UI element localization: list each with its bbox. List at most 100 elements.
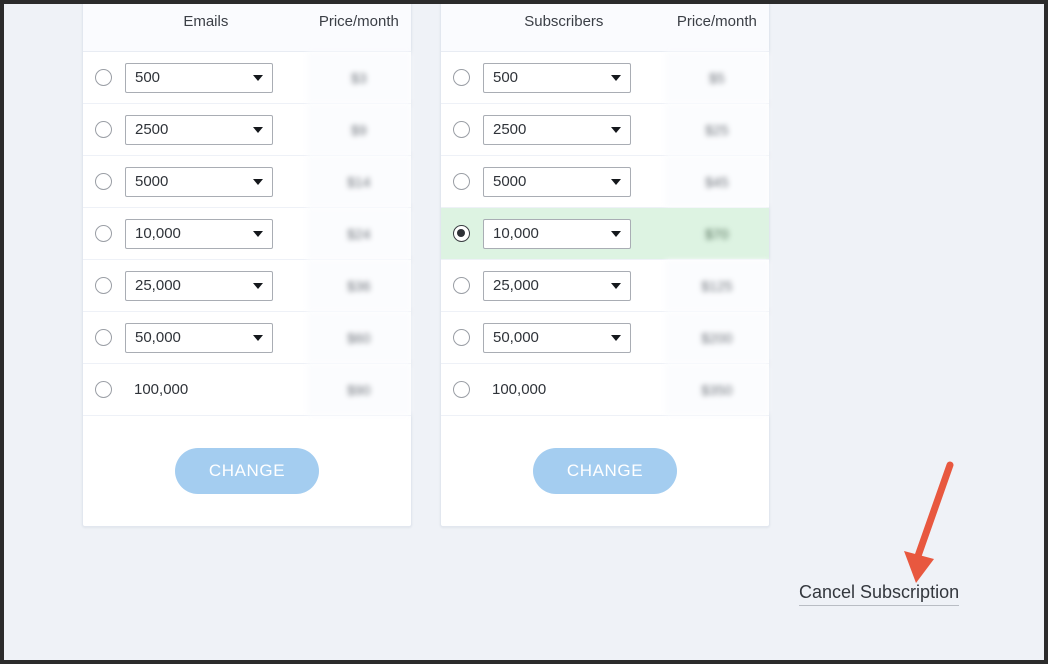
quantity-select-value: 5000 — [493, 173, 527, 190]
price-cell: $70 — [705, 225, 729, 242]
plan-row[interactable]: 5000 $14 — [83, 156, 411, 208]
chevron-down-icon — [611, 230, 621, 237]
quantity-select[interactable]: 10,000 — [125, 218, 273, 249]
price-cell: $24 — [306, 208, 411, 259]
radio-unselected-icon[interactable] — [453, 277, 470, 294]
radio-unselected-icon[interactable] — [95, 173, 112, 190]
change-plan-button-emails[interactable]: CHANGE — [174, 448, 320, 494]
panel-header-subscribers: Subscribers Price/month — [441, 4, 769, 52]
plan-row[interactable]: 25,000 $36 — [83, 260, 411, 312]
chevron-down-icon — [611, 334, 621, 341]
plan-row[interactable]: 500 $5 — [441, 52, 769, 104]
quantity-cell: 2500 — [441, 114, 665, 145]
quantity-select-value: 5000 — [135, 173, 169, 190]
price-cell: $36 — [306, 260, 411, 311]
quantity-select-value: 2500 — [135, 121, 169, 138]
price-cell: $25 — [664, 104, 769, 155]
quantity-select[interactable]: 50,000 — [483, 322, 631, 353]
quantity-select[interactable]: 500 — [125, 62, 273, 93]
quantity-cell: 100,000 — [83, 381, 307, 398]
price-cell: $90 — [306, 364, 411, 415]
page-root: Emails Price/month 500 $3 2500 $9 5000 $14 10,… — [4, 4, 1044, 660]
price-cell: $200 — [664, 312, 769, 363]
radio-unselected-icon[interactable] — [453, 329, 470, 346]
quantity-select-value: 2500 — [493, 121, 527, 138]
radio-unselected-icon[interactable] — [453, 381, 470, 398]
radio-unselected-icon[interactable] — [95, 225, 112, 242]
chevron-down-icon — [611, 282, 621, 289]
plan-row[interactable]: 50,000 $200 — [441, 312, 769, 364]
quantity-select-value: 10,000 — [135, 225, 181, 242]
price-cell: $125 — [664, 260, 769, 311]
radio-unselected-icon[interactable] — [453, 173, 470, 190]
column-header-price: Price/month — [676, 13, 757, 30]
chevron-down-icon — [253, 334, 263, 341]
quantity-cell: 500 — [83, 62, 307, 93]
plan-row[interactable]: 500 $3 — [83, 52, 411, 104]
plan-row[interactable]: 25,000 $125 — [441, 260, 769, 312]
radio-selected-icon[interactable] — [453, 225, 470, 242]
panel-footer-emails: CHANGE — [83, 416, 411, 526]
plan-row[interactable]: 10,000 $24 — [83, 208, 411, 260]
price-cell: $45 — [664, 156, 769, 207]
plan-row[interactable]: 100,000 $90 — [83, 364, 411, 416]
column-header-quantity: Emails — [183, 13, 229, 30]
quantity-cell: 500 — [441, 62, 665, 93]
radio-unselected-icon[interactable] — [95, 69, 112, 86]
plan-panel-emails: Emails Price/month 500 $3 2500 $9 5000 $14 10,… — [82, 4, 412, 527]
radio-unselected-icon[interactable] — [95, 277, 112, 294]
quantity-select[interactable]: 10,000 — [483, 218, 631, 249]
quantity-cell: 50,000 — [83, 322, 307, 353]
radio-unselected-icon[interactable] — [453, 121, 470, 138]
chevron-down-icon — [611, 126, 621, 133]
quantity-cell: 10,000 — [83, 218, 307, 249]
chevron-down-icon — [253, 178, 263, 185]
plan-row[interactable]: 2500 $9 — [83, 104, 411, 156]
radio-unselected-icon[interactable] — [95, 121, 112, 138]
quantity-select[interactable]: 500 — [483, 62, 631, 93]
chevron-down-icon — [253, 126, 263, 133]
quantity-cell: 25,000 — [83, 270, 307, 301]
quantity-select[interactable]: 5000 — [483, 166, 631, 197]
plan-row[interactable]: 10,000 $70 — [441, 208, 769, 260]
radio-unselected-icon[interactable] — [453, 69, 470, 86]
plan-row[interactable]: 100,000 $350 — [441, 364, 769, 416]
quantity-select-value: 10,000 — [493, 225, 539, 242]
chevron-down-icon — [253, 282, 263, 289]
cancel-subscription-area: Cancel Subscription — [799, 582, 960, 606]
radio-unselected-icon[interactable] — [95, 329, 112, 346]
plan-row[interactable]: 5000 $45 — [441, 156, 769, 208]
quantity-cell: 50,000 — [441, 322, 665, 353]
plan-panel-subscribers: Subscribers Price/month 500 $5 2500 $25 5000… — [440, 4, 770, 527]
price-cell: $14 — [306, 156, 411, 207]
plan-row[interactable]: 50,000 $60 — [83, 312, 411, 364]
radio-unselected-icon[interactable] — [95, 381, 112, 398]
price-cell: $3 — [306, 52, 411, 103]
quantity-select-value: 50,000 — [135, 329, 181, 346]
quantity-cell: 10,000 — [441, 218, 665, 249]
quantity-select-value: 25,000 — [135, 277, 181, 294]
quantity-select[interactable]: 2500 — [125, 114, 273, 145]
quantity-cell: 5000 — [441, 166, 665, 197]
plan-row[interactable]: 2500 $25 — [441, 104, 769, 156]
quantity-select[interactable]: 5000 — [125, 166, 273, 197]
quantity-select[interactable]: 2500 — [483, 114, 631, 145]
quantity-select-value: 25,000 — [493, 277, 539, 294]
panel-footer-subscribers: CHANGE — [441, 416, 769, 526]
quantity-select-value: 500 — [135, 69, 161, 86]
price-cell: $5 — [664, 52, 769, 103]
plan-row-list-emails: 500 $3 2500 $9 5000 $14 10,000 $24 25,000 $36 50,0… — [83, 52, 411, 416]
chevron-down-icon — [253, 230, 263, 237]
column-header-quantity: Subscribers — [524, 13, 604, 30]
quantity-text: 100,000 — [134, 381, 189, 398]
cancel-subscription-link[interactable]: Cancel Subscription — [799, 582, 960, 606]
quantity-select[interactable]: 50,000 — [125, 322, 273, 353]
quantity-select[interactable]: 25,000 — [125, 270, 273, 301]
price-cell: $9 — [306, 104, 411, 155]
chevron-down-icon — [611, 178, 621, 185]
price-cell: $350 — [664, 364, 769, 415]
change-plan-button-subscribers[interactable]: CHANGE — [532, 448, 678, 494]
quantity-select[interactable]: 25,000 — [483, 270, 631, 301]
down-arrow-icon — [904, 461, 954, 583]
quantity-cell: 25,000 — [441, 270, 665, 301]
